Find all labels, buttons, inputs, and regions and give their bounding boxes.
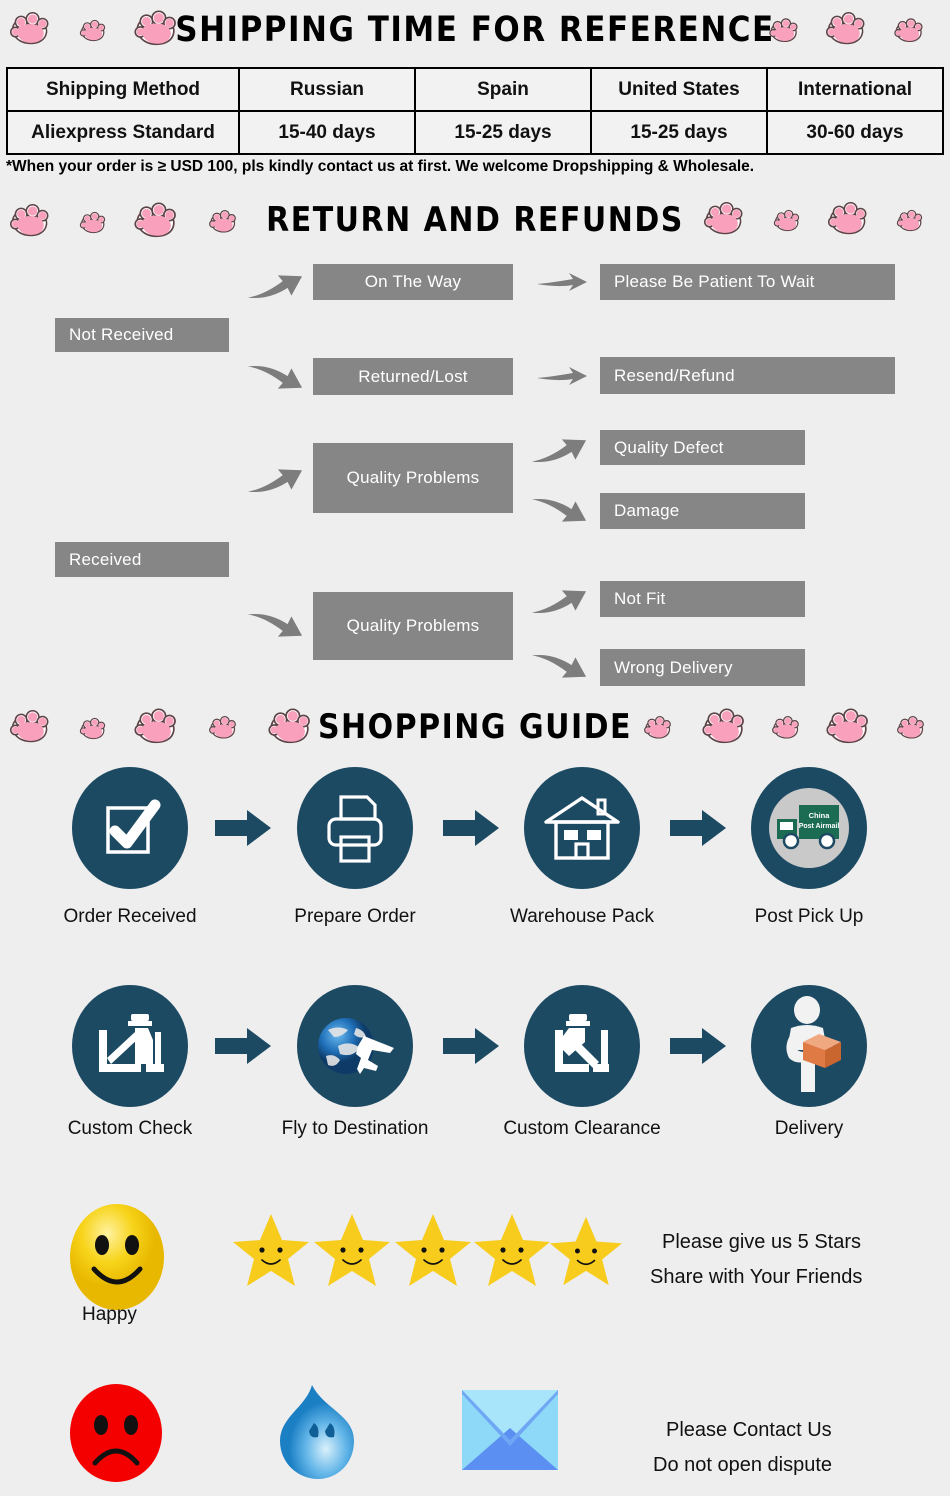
table-cell: 30-60 days	[766, 110, 944, 155]
flow-node-not-received: Not Received	[55, 318, 229, 352]
flow-arrow-up-right-icon	[530, 432, 588, 466]
customs-clearance-icon	[555, 1014, 609, 1072]
guide-label-fly-to-destination: Fly to Destination	[281, 1118, 429, 1139]
guide-label-delivery: Delivery	[774, 1118, 844, 1139]
guide-icon-prepare-order	[297, 767, 413, 889]
printer-icon	[327, 795, 383, 863]
flow-arrow-up-right-icon	[246, 268, 304, 302]
table-header-cell: Shipping Method	[6, 67, 240, 112]
table-cell: Aliexpress Standard	[6, 110, 240, 155]
flow-node-received: Received	[55, 542, 229, 577]
promo-page: SHIPPING TIME FOR REFERENCE Shipping Met…	[0, 0, 950, 1496]
guide-icon-custom-check	[72, 985, 188, 1107]
flow-node-quality-problems-1: Quality Problems	[313, 443, 513, 513]
flow-node-quality-problems-2: Quality Problems	[313, 592, 513, 660]
rating-star-icon	[312, 1212, 392, 1288]
guide-arrow-icon	[215, 1026, 271, 1066]
guide-section-title: SHOPPING GUIDE	[317, 707, 633, 748]
truck-label-line2: Post Airmail	[799, 823, 840, 830]
guide-icon-delivery	[751, 985, 867, 1107]
guide-icon-post-pick-up: China Post Airmail	[751, 767, 867, 889]
guide-label-post-pick-up: Post Pick Up	[754, 906, 864, 927]
guide-label-custom-clearance: Custom Clearance	[503, 1118, 661, 1139]
flow-node-on-the-way: On The Way	[313, 264, 513, 300]
flow-node-quality-defect: Quality Defect	[600, 430, 805, 465]
table-header-row: Shipping Method Russian Spain United Sta…	[6, 67, 944, 112]
globe-plane-icon	[318, 1018, 394, 1074]
rating-message-line1: Please give us 5 Stars	[662, 1231, 861, 1253]
rating-message-line2: Share with Your Friends	[650, 1266, 863, 1288]
order-note: *When your order is ≥ USD 100, pls kindl…	[6, 158, 755, 175]
sad-face-icon	[68, 1383, 164, 1483]
flow-node-resend-refund: Resend/Refund	[600, 357, 895, 394]
guide-arrow-icon	[443, 808, 499, 848]
flow-node-damage: Damage	[600, 493, 805, 529]
happy-face-icon	[68, 1203, 166, 1311]
table-header-cell: International	[766, 67, 944, 112]
table-header-cell: United States	[590, 67, 768, 112]
happy-label: Happy	[82, 1304, 137, 1325]
rating-star-icon	[231, 1212, 311, 1288]
flow-arrow-down-right-icon	[530, 495, 588, 529]
email-envelope-icon	[460, 1388, 560, 1472]
shipping-time-table: Shipping Method Russian Spain United Sta…	[6, 67, 944, 155]
guide-icon-warehouse-pack	[524, 767, 640, 889]
guide-arrow-icon	[215, 808, 271, 848]
truck-icon: China Post Airmail	[769, 788, 849, 868]
guide-label-prepare-order: Prepare Order	[294, 906, 416, 927]
rating-star-icon	[548, 1215, 624, 1287]
crying-drop-face-icon	[272, 1383, 362, 1483]
flow-node-wrong-delivery: Wrong Delivery	[600, 649, 805, 686]
flow-arrow-right-icon	[535, 364, 587, 388]
checkbox-icon	[106, 799, 161, 854]
table-cell: 15-25 days	[590, 110, 768, 155]
customs-officer-icon	[99, 1014, 164, 1072]
flow-arrow-down-right-icon	[530, 651, 588, 685]
table-header-cell: Russian	[238, 67, 416, 112]
contact-message-line1: Please Contact Us	[666, 1419, 832, 1441]
guide-label-warehouse-pack: Warehouse Pack	[510, 906, 654, 927]
flow-arrow-up-right-icon	[246, 462, 304, 496]
guide-icon-fly-to-destination	[297, 985, 413, 1107]
table-cell: 15-25 days	[414, 110, 592, 155]
guide-icon-order-received	[72, 767, 188, 889]
rating-star-icon	[472, 1212, 552, 1288]
guide-icon-custom-clearance	[524, 985, 640, 1107]
guide-arrow-icon	[670, 1026, 726, 1066]
table-row: Aliexpress Standard 15-40 days 15-25 day…	[6, 110, 944, 155]
table-header-cell: Spain	[414, 67, 592, 112]
guide-label-custom-check: Custom Check	[67, 1118, 193, 1139]
returns-section-title: RETURN AND REFUNDS	[266, 200, 684, 241]
courier-icon	[786, 996, 841, 1092]
flow-node-returned-lost: Returned/Lost	[313, 358, 513, 395]
flow-arrow-up-right-icon	[530, 583, 588, 617]
shipping-section-title: SHIPPING TIME FOR REFERENCE	[175, 9, 775, 51]
guide-arrow-icon	[670, 808, 726, 848]
flow-node-please-wait: Please Be Patient To Wait	[600, 264, 895, 300]
warehouse-icon	[544, 796, 620, 860]
flow-arrow-down-right-icon	[246, 610, 304, 644]
table-cell: 15-40 days	[238, 110, 416, 155]
flow-arrow-right-icon	[535, 270, 587, 294]
flow-arrow-down-right-icon	[246, 362, 304, 396]
truck-label-line1: China	[809, 811, 831, 820]
guide-label-order-received: Order Received	[63, 906, 197, 927]
flow-node-not-fit: Not Fit	[600, 581, 805, 617]
contact-message-line2: Do not open dispute	[653, 1454, 833, 1476]
rating-star-icon	[393, 1212, 473, 1288]
guide-arrow-icon	[443, 1026, 499, 1066]
